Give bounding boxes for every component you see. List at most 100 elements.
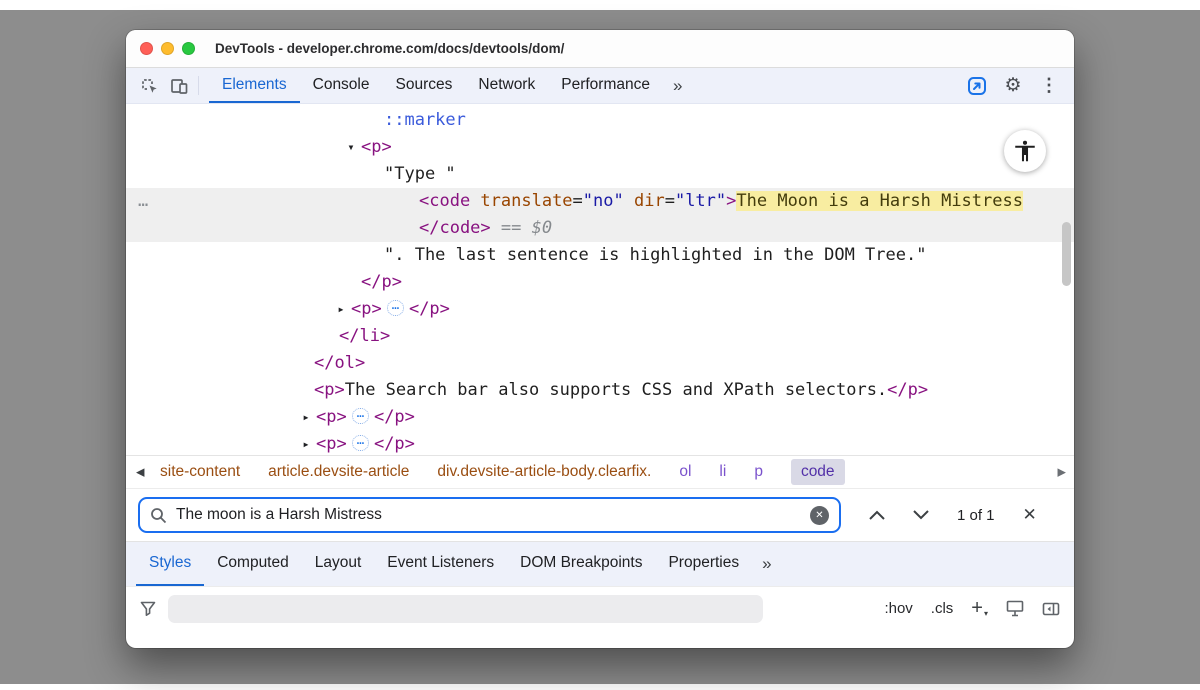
- expand-inline-button[interactable]: ⋯: [352, 408, 369, 424]
- devtools-window: DevTools - developer.chrome.com/docs/dev…: [126, 30, 1074, 648]
- expand-arrow-icon[interactable]: ▸: [334, 296, 348, 323]
- dom-token: </p>: [374, 434, 415, 454]
- filter-funnel-icon: [140, 601, 156, 616]
- dom-token: ". The last sentence is highlighted in t…: [384, 245, 926, 265]
- toggle-element-state-button[interactable]: :hov: [884, 600, 912, 617]
- breadcrumb-item-p[interactable]: p: [754, 463, 763, 481]
- dom-token: "Type ": [384, 164, 456, 184]
- dom-token: </p>: [374, 407, 415, 427]
- dom-token: </p>: [361, 272, 402, 292]
- new-style-rule-caret-icon: ▾: [984, 609, 988, 618]
- dom-tree-lines: ::marker▾<p>"Type "…<code translate="no"…: [126, 107, 1074, 455]
- tab-dom-breakpoints[interactable]: DOM Breakpoints: [507, 542, 655, 586]
- dom-node-row[interactable]: </ol>: [126, 350, 1074, 377]
- tab-computed[interactable]: Computed: [204, 542, 302, 586]
- dom-tree-panel: ::marker▾<p>"Type "…<code translate="no"…: [126, 104, 1074, 455]
- menu-kebab-icon[interactable]: ⋮: [1034, 75, 1064, 96]
- previous-match-icon[interactable]: [869, 510, 885, 520]
- dom-node-row[interactable]: </p>: [126, 269, 1074, 296]
- dom-node-row[interactable]: ▾<p>: [126, 134, 1074, 161]
- dom-token: </code>: [419, 218, 491, 238]
- close-window-button[interactable]: [140, 42, 153, 55]
- breadcrumb-item-code[interactable]: code: [791, 459, 845, 485]
- tab-layout[interactable]: Layout: [302, 542, 375, 586]
- new-style-rule-button[interactable]: +▾: [971, 597, 988, 620]
- dom-node-row[interactable]: "Type ": [126, 161, 1074, 188]
- dom-token: The Moon is a Harsh Mistress: [736, 191, 1023, 211]
- dom-node-row[interactable]: ". The last sentence is highlighted in t…: [126, 242, 1074, 269]
- dom-node-row[interactable]: </li>: [126, 323, 1074, 350]
- vertical-scrollbar-thumb[interactable]: [1062, 222, 1071, 286]
- styles-filter-input[interactable]: [168, 595, 763, 623]
- window-titlebar: DevTools - developer.chrome.com/docs/dev…: [126, 30, 1074, 68]
- element-classes-button[interactable]: .cls: [931, 600, 954, 617]
- settings-gear-icon[interactable]: ⚙: [998, 74, 1028, 97]
- rendering-emulation-icon[interactable]: [1006, 600, 1024, 617]
- more-tabs-button[interactable]: »: [663, 68, 692, 103]
- devtools-toolbar: ElementsConsoleSourcesNetworkPerformance…: [126, 68, 1074, 104]
- dom-node-row[interactable]: ::marker: [126, 107, 1074, 134]
- expand-arrow-icon[interactable]: ▾: [344, 134, 358, 161]
- dom-token: =: [573, 191, 583, 211]
- dom-token: <p>: [316, 407, 347, 427]
- dom-token: dir: [624, 191, 665, 211]
- dom-token: <p>: [316, 434, 347, 454]
- breadcrumb-item-li[interactable]: li: [719, 463, 726, 481]
- search-icon: [150, 507, 167, 524]
- styles-pane-tabs: StylesComputedLayoutEvent ListenersDOM B…: [126, 541, 1074, 586]
- tab-network[interactable]: Network: [465, 68, 548, 103]
- minimize-window-button[interactable]: [161, 42, 174, 55]
- styles-more-tabs-button[interactable]: »: [752, 542, 781, 586]
- expand-inline-button[interactable]: ⋯: [387, 300, 404, 316]
- clear-search-icon[interactable]: ✕: [810, 506, 829, 525]
- dom-token: =: [665, 191, 675, 211]
- traffic-lights: [140, 42, 195, 55]
- breadcrumb-item-ol[interactable]: ol: [679, 463, 691, 481]
- dom-node-row[interactable]: …<code translate="no" dir="ltr">The Moon…: [126, 188, 1074, 215]
- square-arrow-icon[interactable]: [962, 75, 992, 97]
- breadcrumb-forward-icon[interactable]: ▶: [1058, 466, 1066, 479]
- dom-token: The Search bar also supports CSS and XPa…: [345, 380, 887, 400]
- overflow-dots-icon: …: [138, 188, 150, 215]
- breadcrumb-item-site-content[interactable]: site-content: [160, 463, 240, 481]
- expand-arrow-icon[interactable]: ▸: [299, 431, 313, 455]
- dom-token: </p>: [887, 380, 928, 400]
- dom-token: "ltr": [675, 191, 726, 211]
- breadcrumb-item-article-devsite-article[interactable]: article.devsite-article: [268, 463, 409, 481]
- tab-performance[interactable]: Performance: [548, 68, 663, 103]
- dom-node-row[interactable]: ▸<p>⋯</p>: [126, 296, 1074, 323]
- dom-node-row[interactable]: </code> == $0: [126, 215, 1074, 242]
- inspect-element-icon[interactable]: [134, 68, 164, 103]
- tab-styles[interactable]: Styles: [136, 542, 204, 586]
- device-toolbar-icon[interactable]: [164, 68, 194, 103]
- search-box[interactable]: ✕: [138, 497, 841, 533]
- tab-event-listeners[interactable]: Event Listeners: [374, 542, 507, 586]
- next-match-icon[interactable]: [913, 510, 929, 520]
- accessibility-person-icon: [1012, 138, 1038, 164]
- dom-node-row[interactable]: <p>The Search bar also supports CSS and …: [126, 377, 1074, 404]
- tab-elements[interactable]: Elements: [209, 68, 300, 103]
- expand-inline-button[interactable]: ⋯: [352, 435, 369, 451]
- dom-token: <p>: [351, 299, 382, 319]
- breadcrumb-item-div-devsite-article-body-clearfix[interactable]: div.devsite-article-body.clearfix.: [437, 463, 651, 481]
- panel-tabs: ElementsConsoleSourcesNetworkPerformance: [209, 68, 663, 103]
- toolbar-right-icons: ⚙ ⋮: [962, 68, 1074, 103]
- dom-node-row[interactable]: ▸<p> ⋯ </p>: [126, 431, 1074, 455]
- toggle-sidebar-icon[interactable]: [1042, 602, 1060, 616]
- zoom-window-button[interactable]: [182, 42, 195, 55]
- tab-console[interactable]: Console: [300, 68, 383, 103]
- dom-node-row[interactable]: ▸<p> ⋯ </p>: [126, 404, 1074, 431]
- accessibility-overlay-button[interactable]: [1004, 130, 1046, 172]
- breadcrumb: ◀ site-content article.devsite-article div…: [126, 455, 1074, 489]
- close-search-icon[interactable]: ✕: [1023, 505, 1037, 525]
- expand-arrow-icon[interactable]: ▸: [299, 404, 313, 431]
- search-input[interactable]: [176, 506, 801, 524]
- dom-token: ::marker: [384, 110, 466, 130]
- styles-filter-bar: :hov .cls +▾: [126, 586, 1074, 630]
- dom-token: <p>: [361, 137, 392, 157]
- styles-toolbar-buttons: :hov .cls +▾: [884, 597, 1060, 620]
- dom-token: == $0: [491, 218, 552, 238]
- tab-properties[interactable]: Properties: [655, 542, 752, 586]
- breadcrumb-back-icon[interactable]: ◀: [136, 466, 144, 479]
- tab-sources[interactable]: Sources: [383, 68, 466, 103]
